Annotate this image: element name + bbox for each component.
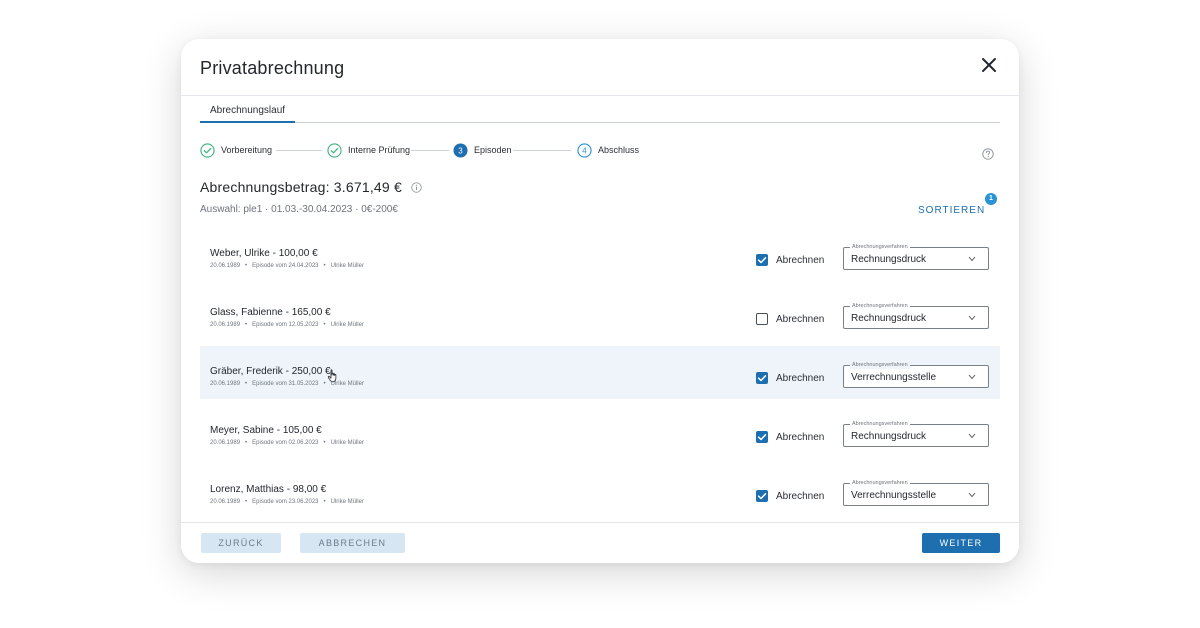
list-item: Weber, Ulrike - 100,00 € 20.06.1989 • Epis… xyxy=(200,228,1000,281)
patient-title: Gräber, Frederik - 250,00 € xyxy=(210,366,331,377)
back-button[interactable]: ZURÜCK xyxy=(201,533,281,553)
chevron-down-icon xyxy=(968,433,976,439)
patient-title: Glass, Fabienne - 165,00 € xyxy=(210,307,331,318)
step-number-icon: 4 xyxy=(577,142,592,158)
chevron-down-icon xyxy=(968,374,976,380)
list-item: Meyer, Sabine - 105,00 € 20.06.1989 • Epis… xyxy=(200,405,1000,458)
patient-title: Weber, Ulrike - 100,00 € xyxy=(210,248,318,259)
checkbox-label: Abrechnen xyxy=(776,490,825,502)
next-button[interactable]: WEITER xyxy=(922,533,1000,553)
episode-list: Weber, Ulrike - 100,00 € 20.06.1989 • Epis… xyxy=(200,228,1000,523)
billing-method-select[interactable]: Abrechnungsverfahren Verrechnungsstelle xyxy=(843,479,989,506)
patient-details: 20.06.1989 • Episode vom 23.06.2023 • Ulrike… xyxy=(210,499,364,505)
checkbox-checked-icon xyxy=(756,372,768,384)
abrechnen-checkbox[interactable]: Abrechnen xyxy=(756,371,824,385)
billing-method-select[interactable]: Abrechnungsverfahren Rechnungsdruck xyxy=(843,243,989,270)
select-value: Rechnungsdruck xyxy=(851,431,927,442)
step-connector xyxy=(513,150,571,151)
checkbox-label: Abrechnen xyxy=(776,372,825,384)
select-value: Rechnungsdruck xyxy=(851,313,927,324)
checkbox-checked-icon xyxy=(756,431,768,443)
step-label: Vorbereitung xyxy=(221,145,273,155)
check-circle-icon xyxy=(327,142,342,158)
select-label: Abrechnungsverfahren xyxy=(850,479,910,487)
sort-count-badge: 1 xyxy=(985,193,997,205)
step-interne-pruefung: Interne Prüfung xyxy=(327,142,410,158)
chevron-down-icon xyxy=(968,315,976,321)
checkbox-label: Abrechnen xyxy=(776,313,825,325)
hand-cursor-icon xyxy=(327,369,337,383)
chevron-down-icon xyxy=(968,492,976,498)
checkbox-checked-icon xyxy=(756,254,768,266)
checkbox-unchecked-icon xyxy=(756,313,768,325)
select-label: Abrechnungsverfahren xyxy=(850,361,910,369)
help-icon[interactable] xyxy=(982,148,994,160)
billing-method-select[interactable]: Abrechnungsverfahren Rechnungsdruck xyxy=(843,420,989,447)
step-number-icon: 3 xyxy=(453,142,468,158)
close-icon xyxy=(982,58,996,72)
select-label: Abrechnungsverfahren xyxy=(850,243,910,251)
patient-details: 20.06.1989 • Episode vom 02.06.2023 • Ulrike… xyxy=(210,440,364,446)
list-item: Glass, Fabienne - 165,00 € 20.06.1989 • Ep… xyxy=(200,287,1000,340)
abrechnen-checkbox[interactable]: Abrechnen xyxy=(756,253,824,267)
chevron-down-icon xyxy=(968,256,976,262)
close-button[interactable] xyxy=(977,53,1001,77)
checkbox-label: Abrechnen xyxy=(776,431,825,443)
step-label: Abschluss xyxy=(598,145,640,155)
dialog-header: Privatabrechnung xyxy=(181,39,1019,96)
abrechnen-checkbox[interactable]: Abrechnen xyxy=(756,312,824,326)
select-label: Abrechnungsverfahren xyxy=(850,302,910,310)
amount-row: Abrechnungsbetrag: 3.671,49 € xyxy=(200,178,422,196)
step-connector xyxy=(411,150,449,151)
patient-details: 20.06.1989 • Episode vom 31.05.2023 • Ulrike… xyxy=(210,381,364,387)
list-item: Gräber, Frederik - 250,00 € 20.06.1989 • E… xyxy=(200,346,1000,399)
select-value: Verrechnungsstelle xyxy=(851,372,937,383)
patient-title: Lorenz, Matthias - 98,00 € xyxy=(210,484,327,495)
info-icon[interactable] xyxy=(411,181,422,193)
checkbox-label: Abrechnen xyxy=(776,254,825,266)
step-number: 3 xyxy=(458,146,463,155)
billing-method-select[interactable]: Abrechnungsverfahren Rechnungsdruck xyxy=(843,302,989,329)
tab-bar: Abrechnungslauf xyxy=(200,105,1000,123)
step-label: Episoden xyxy=(474,145,512,155)
selection-summary: Auswahl: ple1 · 01.03.-30.04.2023 · 0€-2… xyxy=(200,204,398,215)
billing-amount: Abrechnungsbetrag: 3.671,49 € xyxy=(200,179,402,195)
step-episoden: 3 Episoden xyxy=(453,142,512,158)
patient-title: Meyer, Sabine - 105,00 € xyxy=(210,425,322,436)
check-circle-icon xyxy=(200,142,215,158)
select-value: Verrechnungsstelle xyxy=(851,490,937,501)
cancel-button[interactable]: ABBRECHEN xyxy=(300,533,405,553)
step-number: 4 xyxy=(582,146,587,155)
tab-abrechnungslauf[interactable]: Abrechnungslauf xyxy=(200,105,296,123)
step-connector xyxy=(276,150,322,151)
step-label: Interne Prüfung xyxy=(348,145,411,155)
stepper: Vorbereitung Interne Prüfung 3 Episoden … xyxy=(200,142,840,158)
dialog-title: Privatabrechnung xyxy=(200,58,345,78)
abrechnen-checkbox[interactable]: Abrechnen xyxy=(756,489,824,503)
list-item: Lorenz, Matthias - 98,00 € 20.06.1989 • Ep… xyxy=(200,464,1000,517)
abrechnen-checkbox[interactable]: Abrechnen xyxy=(756,430,824,444)
dialog-footer: ZURÜCK ABBRECHEN WEITER xyxy=(181,522,1019,563)
sort-button[interactable]: SORTIEREN xyxy=(918,205,985,216)
patient-details: 20.06.1989 • Episode vom 24.04.2023 • Ulrike… xyxy=(210,263,364,269)
patient-details: 20.06.1989 • Episode vom 12.05.2023 • Ulrike… xyxy=(210,322,364,328)
billing-dialog: Privatabrechnung Abrechnungslauf Vorbere… xyxy=(181,39,1019,563)
billing-method-select[interactable]: Abrechnungsverfahren Verrechnungsstelle xyxy=(843,361,989,388)
checkbox-checked-icon xyxy=(756,490,768,502)
step-vorbereitung: Vorbereitung xyxy=(200,142,272,158)
step-abschluss: 4 Abschluss xyxy=(577,142,639,158)
select-label: Abrechnungsverfahren xyxy=(850,420,910,428)
select-value: Rechnungsdruck xyxy=(851,254,927,265)
